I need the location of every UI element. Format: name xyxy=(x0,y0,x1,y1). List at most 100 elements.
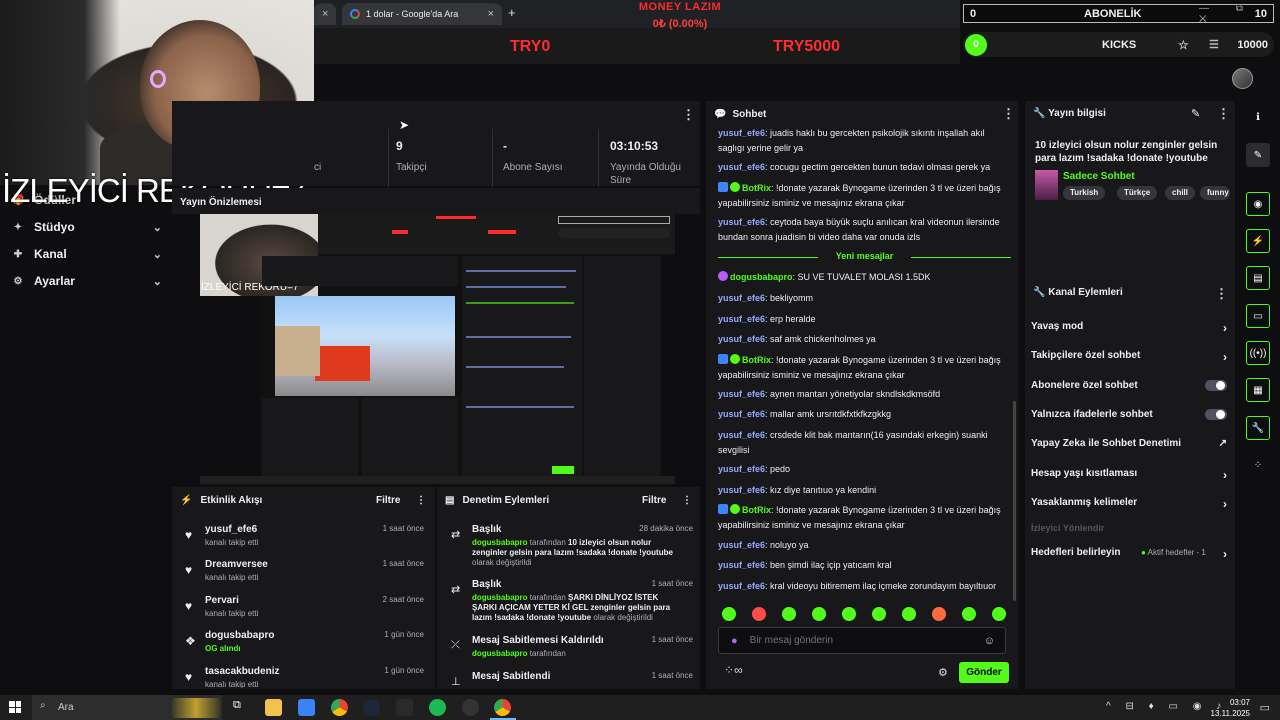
tab-close-icon[interactable]: × xyxy=(322,8,328,20)
chat-username[interactable]: dogusbabapro xyxy=(730,272,793,282)
chat-username[interactable]: yusuf_efe6 xyxy=(718,540,765,550)
pencil-icon[interactable]: ✎ xyxy=(1246,143,1270,167)
browser-tab-google[interactable]: 1 dolar - Google'da Ara × xyxy=(342,3,502,25)
stream-tag[interactable]: funny xyxy=(1200,186,1230,200)
browser-tab-partial[interactable]: × xyxy=(314,3,336,25)
chat-message-input[interactable] xyxy=(749,635,970,646)
taskbar-search[interactable]: ⌕ Ara xyxy=(32,695,222,720)
activity-username[interactable]: Pervari xyxy=(205,595,239,606)
task-view-icon[interactable]: ⧉ xyxy=(233,699,250,716)
action-slow-mode[interactable]: Yavaş mod › xyxy=(1031,321,1227,335)
emote-icon[interactable] xyxy=(782,607,796,621)
chrome-active-icon[interactable] xyxy=(494,699,511,716)
action-goals[interactable]: Hedefleri belirleyin ● Aktif hedefler - 1… xyxy=(1031,547,1227,561)
subscribers-only-toggle[interactable] xyxy=(1205,380,1227,391)
emotes-only-toggle[interactable] xyxy=(1205,409,1227,420)
epic-games-icon[interactable] xyxy=(396,699,413,716)
steam-icon[interactable] xyxy=(363,699,380,716)
camera-icon[interactable]: ◉ xyxy=(1246,192,1270,216)
send-button[interactable]: Gönder xyxy=(959,662,1009,683)
chat-username[interactable]: yusuf_efe6 xyxy=(718,464,765,474)
chat-icon[interactable]: ▭ xyxy=(1246,304,1270,328)
edit-icon[interactable]: ✎ xyxy=(1191,107,1200,120)
star-icon[interactable]: ☆ xyxy=(1178,38,1189,52)
chat-username[interactable]: yusuf_efe6 xyxy=(718,162,765,172)
chat-settings-icon[interactable]: ⚙ xyxy=(938,666,948,679)
emote-icon[interactable] xyxy=(812,607,826,621)
sidebar-item-channel[interactable]: ✚ Kanal ⌄ xyxy=(12,247,162,261)
chat-username[interactable]: yusuf_efe6 xyxy=(718,409,765,419)
apps-icon[interactable]: ⁘ xyxy=(1246,453,1270,477)
system-tray-icons[interactable]: ^ ⊟ ♦ ▭ ◉ ♪ xyxy=(1106,701,1227,712)
new-tab-button[interactable]: + xyxy=(508,5,516,20)
moderation-filter-button[interactable]: Filtre xyxy=(642,495,666,506)
chat-username[interactable]: yusuf_efe6 xyxy=(718,334,765,344)
stream-tag[interactable]: chill xyxy=(1165,186,1196,200)
moderation-menu-icon[interactable]: ⋮ xyxy=(682,495,692,506)
chat-username[interactable]: yusuf_efe6 xyxy=(718,128,765,138)
activity-filter-button[interactable]: Filtre xyxy=(376,495,400,506)
emote-icon[interactable] xyxy=(992,607,1006,621)
activity-username[interactable]: dogusbabapro xyxy=(205,630,274,641)
stream-tag[interactable]: Türkçe xyxy=(1117,186,1158,200)
moderation-user[interactable]: dogusbabapro xyxy=(472,538,528,547)
file-explorer-icon[interactable] xyxy=(265,699,282,716)
action-followers-only[interactable]: Takipçilere özel sohbet › xyxy=(1031,350,1227,364)
info-icon[interactable]: ℹ xyxy=(1246,105,1270,129)
emote-icon[interactable] xyxy=(872,607,886,621)
chat-menu-icon[interactable]: ⋮ xyxy=(1002,106,1015,122)
sidebar-item-settings[interactable]: ⚙ Ayarlar ⌄ xyxy=(12,274,162,288)
chat-username[interactable]: BotRix xyxy=(742,505,771,515)
notification-icon[interactable]: ▭ xyxy=(1260,701,1270,714)
moderation-user[interactable]: dogusbabapro xyxy=(472,649,528,658)
lightning-icon[interactable]: ⚡ xyxy=(1246,229,1270,253)
activity-username[interactable]: Dreamversee xyxy=(205,559,268,570)
taskbar-clock[interactable]: 03:07 13.11.2025 xyxy=(1211,697,1250,719)
store-icon[interactable] xyxy=(298,699,315,716)
wrench-icon[interactable]: 🔧 xyxy=(1246,416,1270,440)
emoji-icon[interactable]: ☺ xyxy=(984,635,995,647)
chat-username[interactable]: yusuf_efe6 xyxy=(718,314,765,324)
category-name[interactable]: Sadece Sohbet xyxy=(1063,171,1135,182)
emote-icon[interactable] xyxy=(722,607,736,621)
actions-menu-icon[interactable]: ⋮ xyxy=(1215,286,1228,302)
chat-username[interactable]: BotRix xyxy=(742,355,771,365)
activity-username[interactable]: tasacakbudeniz xyxy=(205,666,279,677)
chat-username[interactable]: yusuf_efe6 xyxy=(718,217,765,227)
activity-username[interactable]: yusuf_efe6 xyxy=(205,524,257,535)
action-banned-words[interactable]: Yasaklanmış kelimeler › xyxy=(1031,497,1227,511)
activity-menu-icon[interactable]: ⋮ xyxy=(416,495,426,506)
moderation-user[interactable]: dogusbabapro xyxy=(472,593,528,602)
emote-icon[interactable] xyxy=(962,607,976,621)
broadcast-icon[interactable]: ((•)) xyxy=(1246,341,1270,365)
action-account-age[interactable]: Hesap yaşı kısıtlaması › xyxy=(1031,468,1227,482)
chat-extras-icon[interactable]: ⁘∞ xyxy=(724,663,743,677)
category-thumbnail[interactable] xyxy=(1035,170,1058,200)
menu-icon[interactable]: ☰ xyxy=(1209,38,1219,51)
action-ai-moderation[interactable]: Yapay Zeka ile Sohbet Denetimi ↗ xyxy=(1031,438,1227,449)
chrome-icon[interactable] xyxy=(331,699,348,716)
user-avatar[interactable] xyxy=(1232,68,1253,89)
tab-close-icon[interactable]: × xyxy=(488,8,494,20)
windows-start-icon[interactable] xyxy=(9,701,21,713)
chat-username[interactable]: yusuf_efe6 xyxy=(718,581,765,591)
stats-menu-icon[interactable]: ⋮ xyxy=(682,107,695,123)
chat-username[interactable]: yusuf_efe6 xyxy=(718,293,765,303)
layout-icon[interactable]: ▦ xyxy=(1246,378,1270,402)
emote-icon[interactable] xyxy=(752,607,766,621)
emote-icon[interactable] xyxy=(842,607,856,621)
emote-icon[interactable] xyxy=(932,607,946,621)
chat-input-box[interactable]: ● ☺ xyxy=(718,627,1006,654)
chat-username[interactable]: BotRix xyxy=(742,183,771,193)
stream-preview[interactable]: İZLEYİCİ REKORU=7 xyxy=(200,214,675,484)
chat-username[interactable]: yusuf_efe6 xyxy=(718,485,765,495)
chat-username[interactable]: yusuf_efe6 xyxy=(718,389,765,399)
document-icon[interactable]: ▤ xyxy=(1246,266,1270,290)
sidebar-item-studio[interactable]: ✦ Stüdyo ⌄ xyxy=(12,220,162,234)
spotify-icon[interactable] xyxy=(429,699,446,716)
chat-scrollbar[interactable] xyxy=(1013,401,1016,601)
info-menu-icon[interactable]: ⋮ xyxy=(1217,106,1230,122)
chat-username[interactable]: yusuf_efe6 xyxy=(718,430,765,440)
stream-tag[interactable]: Turkish xyxy=(1063,186,1106,200)
obs-icon[interactable] xyxy=(462,699,479,716)
